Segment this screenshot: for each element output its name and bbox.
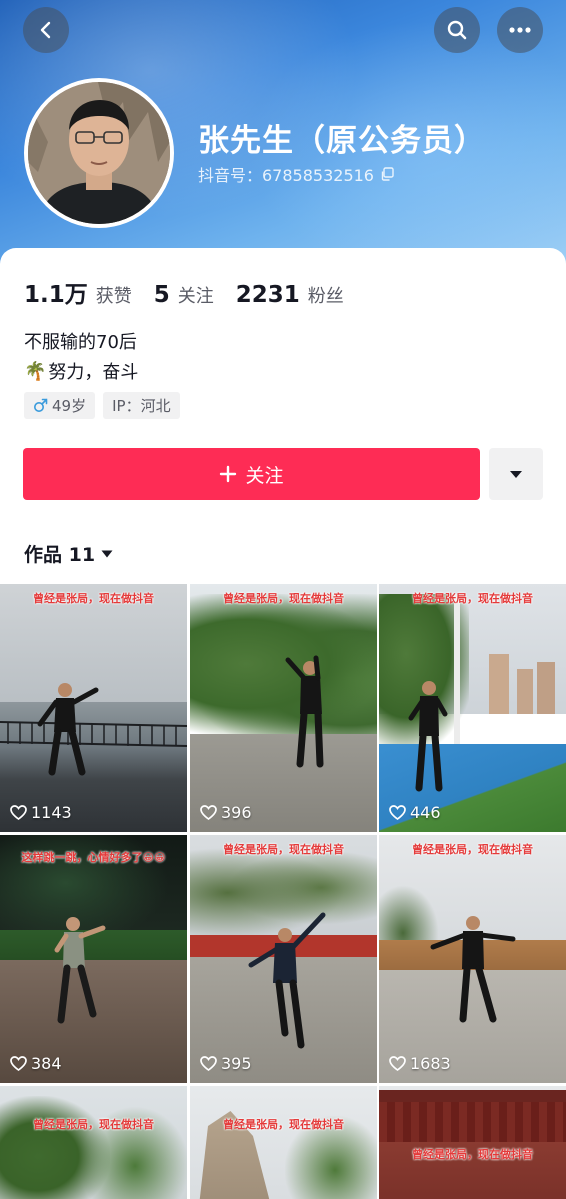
bio-line-1: 不服输的70后 (24, 332, 137, 353)
video-likes: 395 (200, 1054, 252, 1073)
video-likes: 1143 (10, 803, 72, 822)
video-caption: 曾经是张局，现在做抖音 (223, 1118, 344, 1131)
chevron-left-icon (40, 21, 51, 39)
video-likes: 1683 (389, 1054, 451, 1073)
dancer-figure (37, 683, 99, 776)
video-likes: 446 (389, 803, 441, 822)
video-thumbnail[interactable]: 曾经是张局，现在做抖音 1143 (0, 584, 187, 832)
copy-icon[interactable] (380, 167, 394, 181)
video-caption: 这样跳一跳，心情好多了😀😀 (21, 851, 166, 864)
likes-label: 获赞 (95, 286, 132, 307)
video-thumbnail[interactable]: 曾经是张局，现在做抖音 1683 (379, 835, 566, 1083)
triangle-down-icon (510, 470, 522, 478)
dancer-figure (408, 681, 448, 792)
age-tag: 49岁 (24, 392, 96, 419)
recommend-dropdown-button[interactable] (489, 448, 543, 500)
works-tab-label: 作品 11 (24, 544, 96, 566)
likes-count-text: 1683 (410, 1054, 451, 1073)
heart-icon (389, 805, 406, 820)
age-text: 49岁 (52, 397, 87, 415)
triangle-down-icon (101, 550, 113, 557)
profile-header: 张先生（原公务员） 抖音号：67858532516 (0, 0, 566, 270)
likes-count-text: 395 (221, 1054, 252, 1073)
dancer-figure (285, 655, 324, 768)
heart-icon (200, 805, 217, 820)
search-button[interactable] (434, 7, 480, 53)
video-likes: 384 (10, 1054, 62, 1073)
video-thumbnail[interactable]: 曾经是张局，现在做抖音 (190, 1086, 377, 1199)
likes-count-text: 446 (410, 803, 441, 822)
back-button[interactable] (23, 7, 69, 53)
video-thumbnail[interactable]: 这样跳一跳，心情好多了😀😀 384 (0, 835, 187, 1083)
profile-card: 1.1万 获赞 5 关注 2231 粉丝 不服输的70后 🌴 努力，奋斗 49岁… (0, 248, 566, 1199)
likes-count: 1.1万 (24, 282, 88, 308)
palm-tree-icon: 🌴 (24, 360, 47, 382)
more-button[interactable] (497, 7, 543, 53)
video-caption: 曾经是张局，现在做抖音 (412, 1148, 533, 1161)
video-likes: 396 (200, 803, 252, 822)
heart-icon (10, 805, 27, 820)
video-thumbnail[interactable]: 曾经是张局，现在做抖音 (0, 1086, 187, 1199)
video-thumbnail[interactable]: 曾经是张局，现在做抖音 395 (190, 835, 377, 1083)
video-caption: 曾经是张局，现在做抖音 (412, 592, 533, 605)
bio-line-2: 🌴 努力，奋斗 (24, 358, 138, 384)
dancer-figure (248, 912, 326, 1049)
video-thumbnail[interactable]: 曾经是张局，现在做抖音 (379, 1086, 566, 1199)
video-caption: 曾经是张局，现在做抖音 (223, 592, 344, 605)
video-thumbnail[interactable]: 曾经是张局，现在做抖音 446 (379, 584, 566, 832)
ip-text: IP：河北 (112, 397, 171, 415)
follow-button[interactable]: 关注 (23, 448, 480, 500)
more-icon (509, 27, 531, 33)
tab-works[interactable]: 作品 11 (24, 540, 113, 567)
bio-line-2-text: 努力，奋斗 (48, 362, 139, 383)
douyin-id-text: 抖音号：67858532516 (198, 166, 374, 185)
followers-count[interactable]: 2231 (236, 282, 300, 308)
avatar[interactable] (24, 78, 174, 228)
video-caption: 曾经是张局，现在做抖音 (223, 843, 344, 856)
heart-icon (389, 1056, 406, 1071)
search-icon (447, 20, 467, 40)
likes-count-text: 1143 (31, 803, 72, 822)
video-caption: 曾经是张局，现在做抖音 (33, 592, 154, 605)
likes-count-text: 396 (221, 803, 252, 822)
plus-icon (220, 465, 237, 483)
ip-tag: IP：河北 (103, 392, 180, 419)
likes-count-text: 384 (31, 1054, 62, 1073)
stats-row: 1.1万 获赞 5 关注 2231 粉丝 (24, 275, 366, 309)
dancer-figure (430, 916, 516, 1023)
following-count[interactable]: 5 (154, 282, 170, 308)
video-caption: 曾经是张局，现在做抖音 (412, 843, 533, 856)
followers-label[interactable]: 粉丝 (308, 282, 344, 308)
follow-label: 关注 (245, 464, 284, 487)
profile-tags: 49岁 IP：河北 (24, 392, 180, 419)
following-label[interactable]: 关注 (178, 282, 214, 308)
heart-icon (200, 1056, 217, 1071)
dancer-figure (54, 917, 106, 1024)
video-caption: 曾经是张局，现在做抖音 (33, 1118, 154, 1131)
male-icon (34, 398, 48, 412)
username: 张先生（原公务员） (198, 123, 486, 159)
douyin-id[interactable]: 抖音号：67858532516 (198, 162, 394, 186)
avatar-portrait (28, 82, 170, 224)
heart-icon (10, 1056, 27, 1071)
video-thumbnail[interactable]: 曾经是张局，现在做抖音 396 (190, 584, 377, 832)
